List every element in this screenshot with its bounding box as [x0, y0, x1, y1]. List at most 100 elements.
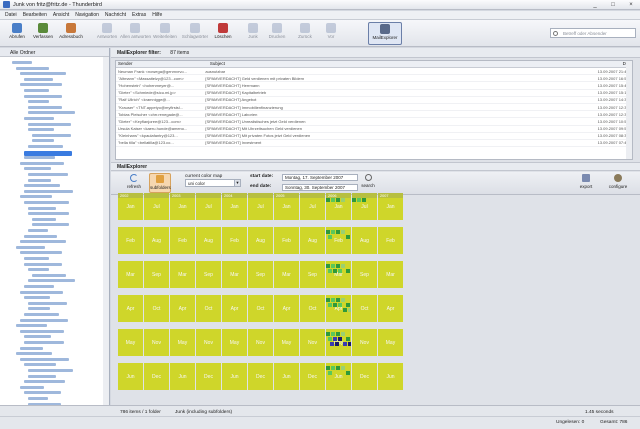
calendar-month-cell[interactable]: Dec	[144, 363, 169, 390]
message-row[interactable]: Neuman Frank <nowega@genmxrvo... ausnutzb…	[116, 68, 632, 76]
message-row[interactable]: "Kleinhans" <kpaulafantry@123... [SPAMVER…	[116, 133, 632, 140]
menu-bearbeiten[interactable]: Bearbeiten	[23, 12, 47, 18]
calendar-month-cell[interactable]: Nov	[196, 329, 221, 356]
calendar-month-cell[interactable]: Sep	[300, 261, 325, 288]
calendar-month-cell[interactable]: Aug	[300, 227, 325, 254]
folder-item[interactable]	[32, 273, 66, 277]
calendar-month-cell[interactable]: Feb	[326, 227, 351, 254]
message-row[interactable]: "Hohenstein" <hohenmeyer@... [SPAMVERDACH…	[116, 82, 632, 90]
folder-item[interactable]	[24, 363, 56, 367]
folder-item[interactable]	[28, 268, 49, 272]
folder-item[interactable]	[24, 391, 61, 395]
folder-item[interactable]	[20, 195, 52, 199]
calendar-month-cell[interactable]: Jul	[300, 193, 325, 220]
calendar-month-cell[interactable]: Aug	[248, 227, 273, 254]
message-row[interactable]: "bella tilla" <bellatilla@123.co... [SPAM…	[116, 140, 632, 148]
addressbook-button[interactable]: Adressbuch	[56, 22, 86, 45]
calendar-month-cell[interactable]: Feb	[170, 227, 195, 254]
start-date-field[interactable]: Montag, 17. September 2007	[282, 174, 358, 181]
calendar-month-cell[interactable]: Aug	[144, 227, 169, 254]
folder-item[interactable]	[28, 307, 50, 311]
calendar-month-cell[interactable]: Jun	[222, 363, 247, 390]
folder-item[interactable]	[16, 352, 52, 356]
calendar-month-cell[interactable]: Aug	[352, 227, 377, 254]
calendar-month-cell[interactable]: Sep	[144, 261, 169, 288]
folder-item[interactable]	[28, 128, 54, 132]
folder-item[interactable]	[24, 296, 50, 300]
calendar-month-cell[interactable]: May	[170, 329, 195, 356]
calendar-month-cell[interactable]: Mar	[170, 261, 195, 288]
reply-button[interactable]: Antworten	[92, 22, 122, 45]
calendar-month-cell[interactable]: 2002 Jan	[118, 193, 143, 220]
folder-item[interactable]	[24, 285, 54, 288]
folder-item[interactable]	[24, 262, 62, 266]
message-row[interactable]: "Dieter" <Schmiede@sicu.mi.jp> [SPAMVERDA…	[116, 90, 632, 97]
minimize-button[interactable]: _	[588, 1, 602, 9]
menu-ansicht[interactable]: Ansicht	[53, 12, 69, 18]
folder-scrollbar[interactable]	[103, 57, 109, 418]
folder-item[interactable]	[28, 279, 75, 283]
calendar-month-cell[interactable]: 2004 Jan	[222, 193, 247, 220]
calendar-month-cell[interactable]: May	[378, 329, 403, 356]
folder-item[interactable]	[24, 234, 57, 238]
folder-item[interactable]	[20, 357, 69, 361]
calendar-month-cell[interactable]: 2003 Jan	[170, 193, 195, 220]
calendar-month-cell[interactable]: 2005 Jan	[274, 193, 299, 220]
forward-button[interactable]: Weiterleiten	[150, 22, 180, 45]
end-date-field[interactable]: Sonntag, 30. September 2007	[282, 184, 358, 191]
calendar-month-cell[interactable]: Nov	[248, 329, 273, 356]
message-row[interactable]: "Ralf Ullrich" <kramnigge@... [SPAMVERDAC…	[116, 97, 632, 104]
folder-item[interactable]	[28, 206, 56, 210]
close-button[interactable]: ×	[624, 1, 638, 9]
search-button[interactable]: search	[357, 173, 379, 193]
calendar-month-cell[interactable]: Feb	[274, 227, 299, 254]
colormap-select[interactable]: uni color ▼	[185, 179, 241, 187]
calendar-month-cell[interactable]: May	[118, 329, 143, 356]
folder-item[interactable]	[24, 94, 62, 98]
folder-item[interactable]	[28, 212, 69, 216]
compose-button[interactable]: Verfassen	[28, 22, 58, 45]
subfolders-toggle[interactable]: subfolders	[149, 173, 171, 193]
calendar-month-cell[interactable]: 2006 Jan	[326, 193, 351, 220]
calendar-month-cell[interactable]: Nov	[300, 329, 325, 356]
folder-item[interactable]	[12, 61, 32, 64]
menu-datei[interactable]: Datei	[5, 12, 17, 18]
calendar-month-cell[interactable]: Feb	[378, 227, 403, 254]
folder-item[interactable]	[24, 335, 51, 339]
folder-item[interactable]	[28, 105, 62, 109]
folder-item[interactable]	[20, 318, 68, 322]
folder-item[interactable]	[24, 201, 69, 204]
calendar-month-cell[interactable]: Apr	[326, 295, 351, 322]
calendar-month-cell[interactable]: Dec	[196, 363, 221, 390]
calendar-month-cell[interactable]: Mar	[326, 261, 351, 288]
folder-item[interactable]	[28, 229, 48, 232]
calendar-month-cell[interactable]: Jun	[274, 363, 299, 390]
message-row[interactable]: "Krauser" <TNT.appetyo@myfirstsl... [SPAM…	[116, 104, 632, 112]
message-list[interactable]: Sender Subject Date Neuman Frank <nowega…	[115, 60, 633, 160]
calendar-month-cell[interactable]: Jun	[170, 363, 195, 390]
folder-item[interactable]	[20, 385, 44, 389]
folder-pane-header[interactable]: Alle Ordner	[0, 48, 109, 57]
calendar-month-cell[interactable]: Apr	[378, 295, 403, 322]
calendar-month-cell[interactable]: Oct	[300, 295, 325, 322]
calendar-month-cell[interactable]: Jun	[118, 363, 143, 390]
folder-item[interactable]	[20, 161, 64, 165]
folder-item[interactable]	[16, 245, 45, 249]
folder-item[interactable]	[20, 72, 66, 76]
export-button[interactable]: export	[575, 173, 597, 193]
quick-search-input[interactable]: Betreff oder Absender	[550, 28, 636, 38]
calendar-month-cell[interactable]: Feb	[222, 227, 247, 254]
calendar-month-cell[interactable]: Dec	[248, 363, 273, 390]
calendar-month-cell[interactable]: Nov	[144, 329, 169, 356]
folder-item[interactable]	[28, 145, 63, 148]
message-row[interactable]: Tobias Pleischer <chrr.renegade@... [SPAM…	[116, 111, 632, 119]
folder-item[interactable]	[32, 217, 56, 221]
folder-item[interactable]	[32, 139, 54, 143]
folder-item[interactable]	[20, 240, 66, 244]
calendar-month-cell[interactable]: Mar	[378, 261, 403, 288]
folder-item[interactable]	[28, 122, 71, 126]
calendar-month-cell[interactable]: May	[274, 329, 299, 356]
folder-item[interactable]	[24, 380, 65, 384]
folder-item[interactable]	[24, 167, 51, 171]
message-row[interactable]: "Altmann" <Massaitelzy@123...com> [SPAMVE…	[116, 75, 632, 83]
